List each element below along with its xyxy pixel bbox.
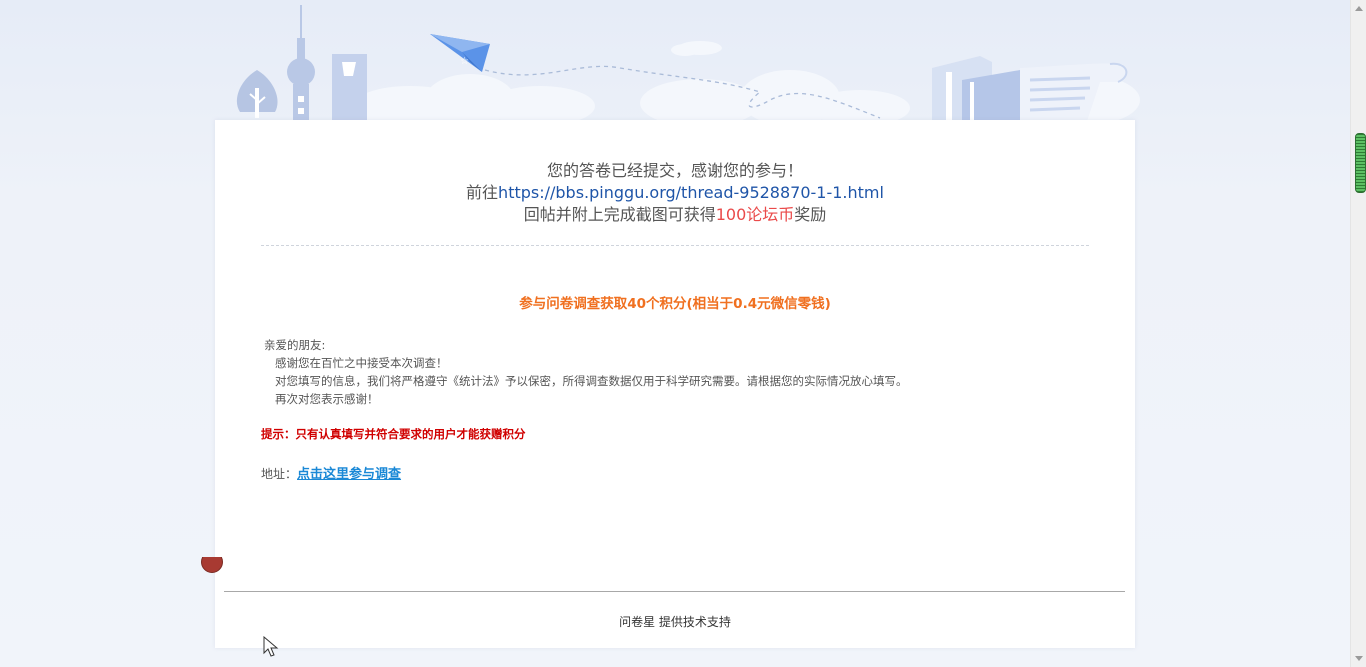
- building-icon: [332, 54, 367, 124]
- footer-divider: [224, 591, 1125, 592]
- footer-credit: 问卷星 提供技术支持: [619, 615, 731, 629]
- intro-paragraph: 对您填写的信息，我们将严格遵守《统计法》予以保密，所得调查数据仅用于科学研究需要…: [275, 374, 908, 388]
- scroll-thumb[interactable]: [1355, 133, 1366, 193]
- greeting: 亲爱的朋友:: [264, 338, 326, 352]
- cursor-icon: [263, 636, 279, 657]
- scroll-down-arrow-icon[interactable]: [1355, 656, 1363, 661]
- tip-text: 提示：只有认真填写并符合要求的用户才能获赠积分: [261, 427, 526, 441]
- thanks-line: 您的答卷已经提交，感谢您的参与！: [546, 161, 803, 180]
- scroll-up-arrow-icon[interactable]: [1355, 6, 1363, 11]
- intro-paragraph: 感谢您在百忙之中接受本次调查！: [275, 356, 448, 370]
- paper-plane-icon: ☆: [430, 34, 490, 72]
- forum-link-line: 前往https://bbs.pinggu.org/thread-9528870-…: [215, 182, 1135, 204]
- header-illustration: ☆: [236, 5, 1140, 125]
- survey-intro: 亲爱的朋友: 感谢您在百忙之中接受本次调查！ 对您填写的信息，我们将严格遵守《统…: [264, 336, 1064, 408]
- tree-icon: [236, 70, 278, 118]
- address-row: 地址：点击这里参与调查: [261, 463, 401, 482]
- result-card: 您的答卷已经提交，感谢您的参与！ 前往https://bbs.pinggu.or…: [215, 120, 1135, 648]
- reward-suffix: 奖励: [794, 205, 827, 224]
- intro-paragraph: 再次对您表示感谢！: [275, 392, 379, 406]
- svg-text:☆: ☆: [460, 56, 469, 67]
- reward-amount: 100论坛币: [715, 205, 795, 224]
- forum-thread-link[interactable]: https://bbs.pinggu.org/thread-9528870-1-…: [498, 183, 884, 202]
- floating-badge-icon[interactable]: [201, 557, 223, 573]
- submission-thanks: 您的答卷已经提交，感谢您的参与！ 前往https://bbs.pinggu.or…: [215, 160, 1135, 226]
- reward-line: 回帖并附上完成截图可获得100论坛币奖励: [215, 204, 1135, 226]
- address-label: 地址：: [261, 467, 298, 481]
- reward-prefix: 回帖并附上完成截图可获得: [523, 205, 716, 224]
- forum-link-prefix: 前往: [466, 183, 499, 202]
- vertical-scrollbar[interactable]: [1350, 0, 1366, 667]
- dashed-divider: [261, 245, 1089, 246]
- tower-icon: [287, 5, 315, 120]
- survey-link[interactable]: 点击这里参与调查: [297, 467, 401, 482]
- survey-title: 参与问卷调查获取40个积分(相当于0.4元微信零钱): [519, 296, 831, 312]
- books-icon: [932, 56, 1020, 124]
